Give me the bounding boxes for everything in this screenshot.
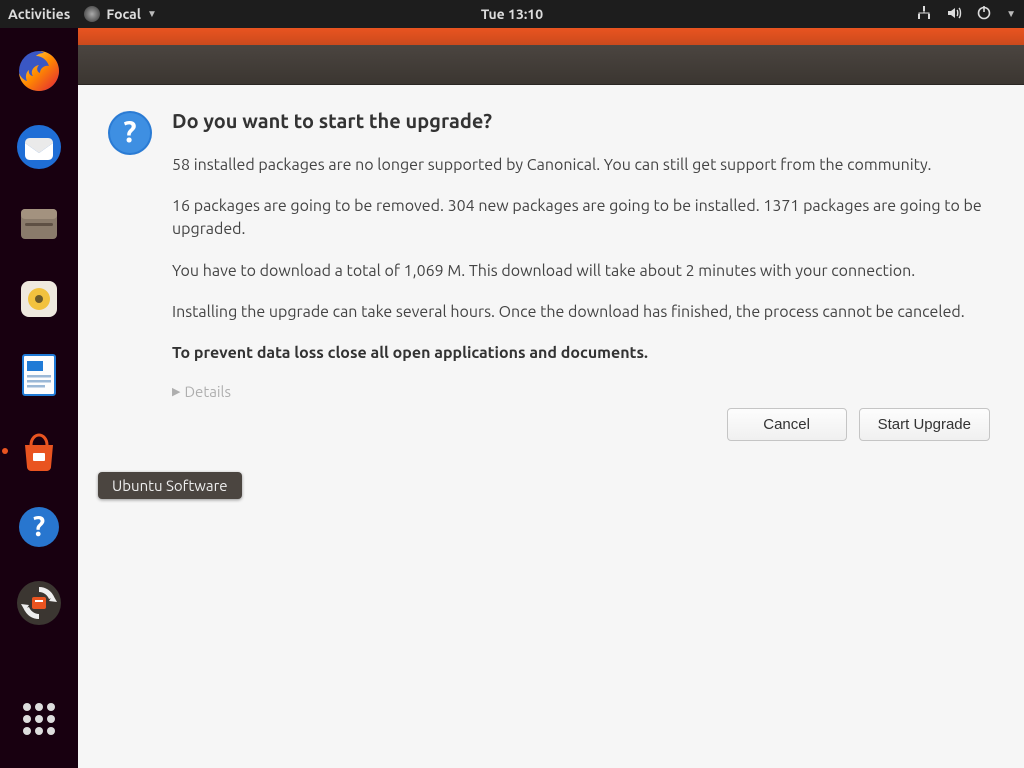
activities-button[interactable]: Activities xyxy=(8,6,70,22)
thunderbird-icon xyxy=(15,123,63,171)
cancel-button[interactable]: Cancel xyxy=(727,408,847,441)
dialog-paragraph-2: 16 packages are going to be removed. 304… xyxy=(172,195,990,241)
network-icon[interactable] xyxy=(916,5,932,24)
dock-item-updater[interactable] xyxy=(12,576,66,630)
svg-text:?: ? xyxy=(33,511,45,542)
software-icon xyxy=(15,427,63,475)
focal-app-icon xyxy=(84,6,100,22)
dialog-paragraph-4: Installing the upgrade can take several … xyxy=(172,301,990,324)
dock-item-rhythmbox[interactable] xyxy=(12,272,66,326)
firefox-icon xyxy=(15,47,63,95)
details-label: Details xyxy=(184,383,231,400)
dock-item-writer[interactable] xyxy=(12,348,66,402)
chevron-down-icon: ▼ xyxy=(147,8,157,20)
system-menu-caret-icon[interactable]: ▼ xyxy=(1006,8,1016,20)
dock-item-files[interactable] xyxy=(12,196,66,250)
volume-icon[interactable] xyxy=(946,5,962,24)
dock: ? xyxy=(0,28,78,768)
app-menu-label: Focal xyxy=(106,6,141,22)
dialog-title: Do you want to start the upgrade? xyxy=(172,109,990,132)
power-icon[interactable] xyxy=(976,5,992,24)
app-menu[interactable]: Focal ▼ xyxy=(84,6,157,22)
writer-icon xyxy=(15,351,63,399)
updater-icon xyxy=(15,579,63,627)
top-bar: Activities Focal ▼ Tue 13:10 ▼ xyxy=(0,0,1024,28)
upgrade-dialog: ? Do you want to start the upgrade? 58 i… xyxy=(78,85,1024,768)
chevron-right-icon: ▶ xyxy=(172,385,180,398)
window-titlebar[interactable] xyxy=(78,45,1024,85)
files-icon xyxy=(15,199,63,247)
dock-item-software[interactable] xyxy=(12,424,66,478)
question-icon: ? xyxy=(106,109,154,161)
dock-item-firefox[interactable] xyxy=(12,44,66,98)
details-expander[interactable]: ▶ Details xyxy=(172,383,990,400)
window-orange-strip xyxy=(78,28,1024,45)
dialog-paragraph-warning: To prevent data loss close all open appl… xyxy=(172,342,990,365)
start-upgrade-button[interactable]: Start Upgrade xyxy=(859,408,990,441)
help-icon: ? xyxy=(15,503,63,551)
show-applications-button[interactable] xyxy=(12,692,66,746)
dialog-paragraph-1: 58 installed packages are no longer supp… xyxy=(172,154,990,177)
dialog-paragraph-3: You have to download a total of 1,069 M.… xyxy=(172,260,990,283)
dock-item-help[interactable]: ? xyxy=(12,500,66,554)
svg-text:?: ? xyxy=(123,114,136,148)
dock-item-thunderbird[interactable] xyxy=(12,120,66,174)
apps-grid-icon xyxy=(15,695,63,743)
dialog-content: Do you want to start the upgrade? 58 ins… xyxy=(172,109,990,441)
rhythmbox-icon xyxy=(15,275,63,323)
